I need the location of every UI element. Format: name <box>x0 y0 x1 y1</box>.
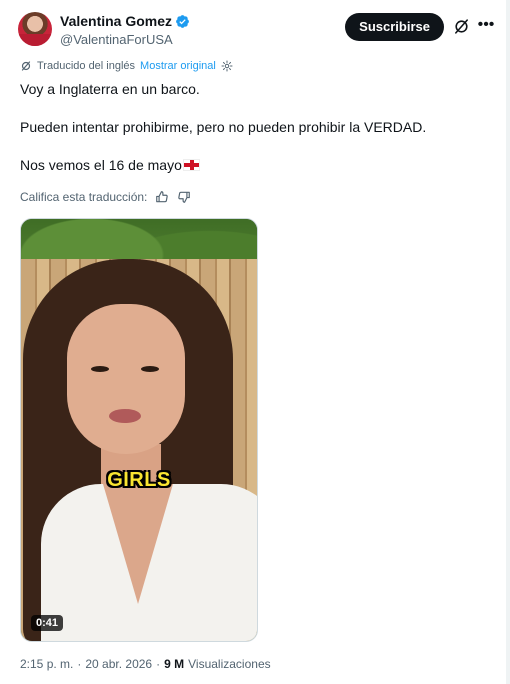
right-eye <box>141 366 159 372</box>
display-name-text[interactable]: Valentina Gomez <box>60 13 172 30</box>
meta-separator: · <box>77 657 82 671</box>
rate-translation-label: Califica esta traducción: <box>20 190 148 204</box>
settings-gear-icon[interactable] <box>221 60 233 72</box>
left-eye <box>91 366 109 372</box>
avatar[interactable] <box>18 12 52 46</box>
video-caption: GIRLS <box>107 469 171 491</box>
thumbs-up-icon[interactable] <box>155 190 169 204</box>
lips <box>109 409 141 423</box>
tweet-header: Valentina Gomez @ValentinaForUSA Suscrib… <box>18 10 496 50</box>
display-name[interactable]: Valentina Gomez <box>60 13 190 30</box>
video-duration-badge: 0:41 <box>31 615 64 631</box>
tweet-line-3-text: Nos vemos el 16 de mayo <box>20 157 182 173</box>
thumbs-down-icon[interactable] <box>177 190 191 204</box>
views-label: Visualizaciones <box>188 657 271 671</box>
tweet-line-2: Pueden intentar prohibirme, pero no pued… <box>20 119 427 135</box>
show-original-link[interactable]: Mostrar original <box>140 60 216 72</box>
rate-translation: Califica esta traducción: <box>20 190 191 204</box>
page-border <box>506 0 510 684</box>
tweet-date[interactable]: 20 abr. 2026 <box>85 657 152 671</box>
views-count: 9 M <box>164 657 185 671</box>
translation-notice-text: Traducido del inglés <box>37 60 136 72</box>
tweet-meta: 2:15 p. m. · 20 abr. 2026 · 9 M Visualiz… <box>20 657 271 671</box>
video-player[interactable]: GIRLS 0:41 <box>20 218 258 642</box>
tweet-line-3: Nos vemos el 16 de mayo <box>20 156 494 175</box>
translate-icon <box>21 61 31 71</box>
subscribe-button[interactable]: Suscribirse <box>345 13 444 41</box>
author-handle[interactable]: @ValentinaForUSA <box>60 31 190 48</box>
tweet-time[interactable]: 2:15 p. m. <box>20 657 73 671</box>
video-subject-face <box>67 304 185 454</box>
tweet-line-1: Voy a Inglaterra en un barco. <box>20 81 200 97</box>
england-flag-icon <box>182 159 200 171</box>
translation-notice: Traducido del inglés Mostrar original <box>20 60 233 72</box>
grok-icon[interactable] <box>453 18 470 35</box>
verified-badge-icon <box>176 15 189 28</box>
meta-separator-2: · <box>156 657 161 671</box>
more-icon[interactable]: ••• <box>476 15 496 35</box>
tweet-text: Voy a Inglaterra en un barco. Pueden int… <box>20 80 494 194</box>
author-names[interactable]: Valentina Gomez @ValentinaForUSA <box>60 13 190 48</box>
